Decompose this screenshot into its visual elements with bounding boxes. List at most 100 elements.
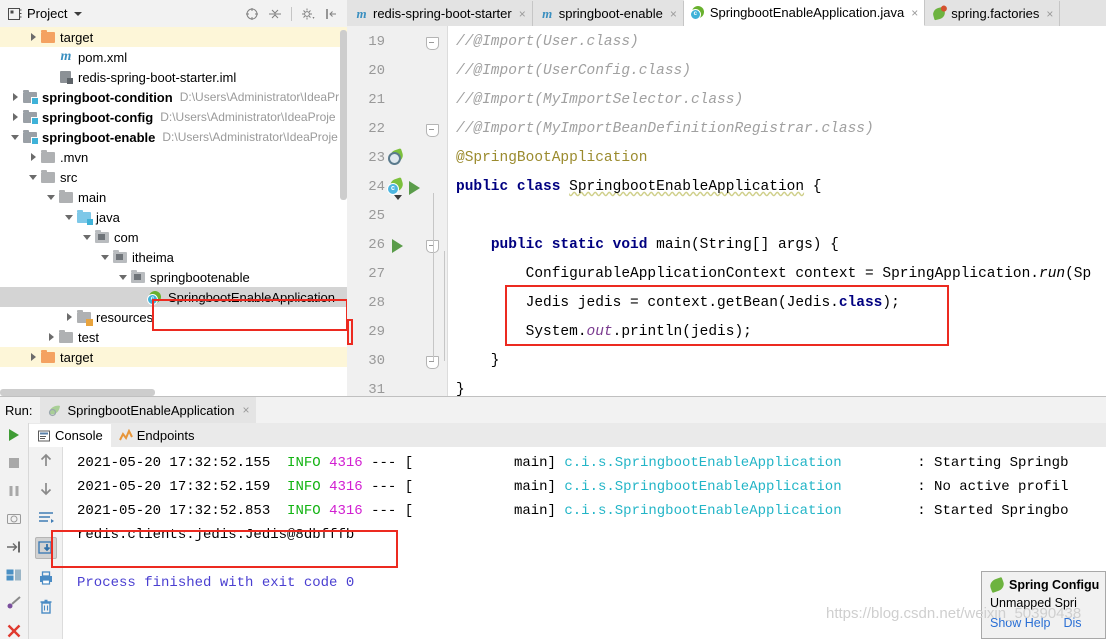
editor-tab-label: spring.factories xyxy=(951,6,1040,21)
close-icon[interactable] xyxy=(5,622,23,640)
tree-node-resources[interactable]: resources xyxy=(0,307,347,327)
tree-node-java[interactable]: java xyxy=(0,207,347,227)
tree-node-label: test xyxy=(78,329,99,345)
editor-tab-spring-factories[interactable]: spring.factories × xyxy=(925,1,1061,26)
resume-icon[interactable] xyxy=(5,538,23,556)
expand-arrow-icon[interactable] xyxy=(44,327,58,347)
collapse-arrow-icon[interactable] xyxy=(80,227,94,247)
soft-wrap-icon[interactable] xyxy=(36,508,56,528)
tree-node-target[interactable]: target xyxy=(0,347,347,367)
collapse-arrow-icon[interactable] xyxy=(8,127,22,147)
tree-node-pom-xml[interactable]: m pom.xml xyxy=(0,47,347,67)
console-toolbar[interactable] xyxy=(29,447,63,639)
project-tree-horizontal-scrollbar[interactable] xyxy=(0,389,155,396)
expand-arrow-icon[interactable] xyxy=(26,147,40,167)
camera-icon[interactable] xyxy=(5,510,23,528)
stop-icon[interactable] xyxy=(5,454,23,472)
expand-arrow-icon[interactable] xyxy=(26,27,40,47)
collapse-arrow-icon[interactable] xyxy=(98,247,112,267)
expand-arrow-icon[interactable] xyxy=(8,107,22,127)
close-icon[interactable]: × xyxy=(519,7,526,21)
tree-node-test[interactable]: test xyxy=(0,327,347,347)
project-view-icon xyxy=(7,6,23,22)
editor-tab-springboot-enable[interactable]: m springboot-enable × xyxy=(532,1,684,26)
editor-code-text[interactable]: //@Import(User.class) //@Import(UserConfi… xyxy=(448,26,1106,396)
tree-node-itheima[interactable]: itheima xyxy=(0,247,347,267)
close-icon[interactable]: × xyxy=(242,403,249,417)
scroll-up-icon[interactable] xyxy=(36,450,56,470)
run-subtab-endpoints[interactable]: Endpoints xyxy=(110,424,203,447)
spring-bean-config-icon[interactable]: c xyxy=(387,177,405,200)
run-subtab-bar[interactable]: Console Endpoints xyxy=(29,423,1106,448)
project-panel-title: Project xyxy=(27,6,68,21)
tree-node-springbootenableapplication[interactable]: c SpringbootEnableApplication xyxy=(0,287,347,307)
line-number: 22 xyxy=(368,121,385,137)
run-gutter-icon[interactable] xyxy=(409,181,420,195)
tree-node-main[interactable]: main xyxy=(0,187,347,207)
tree-node-redis-spring-boot-starter-iml[interactable]: redis-spring-boot-starter.iml xyxy=(0,67,347,87)
run-gutter-icon[interactable] xyxy=(392,239,403,253)
tree-node-springboot-config[interactable]: springboot-config D:\Users\Administrator\… xyxy=(0,107,347,127)
collapse-arrow-icon[interactable] xyxy=(62,207,76,227)
run-configuration-name: SpringbootEnableApplication xyxy=(67,402,235,418)
scroll-to-end-icon[interactable] xyxy=(34,537,57,559)
console-jedis-output-line: redis.clients.jedis.Jedis@8dbfffb xyxy=(77,527,355,543)
collapse-arrow-icon[interactable] xyxy=(116,267,130,287)
editor-tab-bar[interactable]: m redis-spring-boot-starter × m springboot-e… xyxy=(347,0,1106,27)
chevron-down-icon[interactable] xyxy=(74,11,83,16)
tree-node-com[interactable]: com xyxy=(0,227,347,247)
fold-toggle-icon[interactable] xyxy=(426,124,439,137)
editor-gutter[interactable]: 19 20 21 22 23 24 c 25 26 27 28 29 30 31 xyxy=(347,26,448,398)
line-number: 21 xyxy=(368,92,385,108)
log-timestamp: 2021-05-20 17:32:52.155 xyxy=(77,455,271,471)
close-icon[interactable]: × xyxy=(911,6,918,20)
project-tree[interactable]: target m pom.xml redis-spring-boot-starter.… xyxy=(0,27,347,396)
log-separator: --- xyxy=(371,503,397,519)
collapse-arrow-icon[interactable] xyxy=(26,167,40,187)
expand-arrow-icon[interactable] xyxy=(8,87,22,107)
close-icon[interactable]: × xyxy=(670,7,677,21)
hide-panel-icon[interactable] xyxy=(324,7,338,21)
close-icon[interactable]: × xyxy=(1046,7,1053,21)
folder-icon xyxy=(58,329,74,345)
log-logger: c.i.s.SpringbootEnableApplication xyxy=(564,455,842,471)
pause-icon[interactable] xyxy=(5,482,23,500)
editor-code-area[interactable]: 19 20 21 22 23 24 c 25 26 27 28 29 30 31 //@Import(Us… xyxy=(347,26,1106,398)
run-left-toolbar[interactable] xyxy=(0,423,29,639)
fold-toggle-icon[interactable] xyxy=(426,37,439,50)
rerun-icon[interactable] xyxy=(5,426,23,444)
maven-m-icon: m xyxy=(356,6,367,21)
clear-all-icon[interactable] xyxy=(36,597,56,617)
locate-icon[interactable] xyxy=(245,7,259,21)
settings-pin-icon[interactable] xyxy=(5,594,23,612)
layout-icon[interactable] xyxy=(5,566,23,584)
tree-node-springboot-condition[interactable]: springboot-condition D:\Users\Administrat… xyxy=(0,87,347,107)
line-number: 30 xyxy=(368,353,385,369)
print-icon[interactable] xyxy=(36,568,56,588)
spring-bean-navigate-icon[interactable] xyxy=(388,148,405,165)
code-line: //@Import(User.class) xyxy=(456,34,639,50)
log-logger: c.i.s.SpringbootEnableApplication xyxy=(564,503,842,519)
spring-leaf-icon xyxy=(988,576,1006,594)
collapse-all-icon[interactable] xyxy=(268,7,282,21)
editor-tab-redis-spring-boot-starter[interactable]: m redis-spring-boot-starter × xyxy=(347,1,533,26)
code-line: //@Import(UserConfig.class) xyxy=(456,63,691,79)
iml-file-icon xyxy=(58,69,74,85)
expand-arrow-icon[interactable] xyxy=(26,347,40,367)
run-subtab-console[interactable]: Console xyxy=(29,424,111,447)
console-log-line: 2021-05-20 17:32:52.155 INFO 4316 --- [ … xyxy=(63,451,1106,475)
collapse-arrow-icon[interactable] xyxy=(44,187,58,207)
tree-node--mvn[interactable]: .mvn xyxy=(0,147,347,167)
log-timestamp: 2021-05-20 17:32:52.159 xyxy=(77,479,271,495)
spring-popup-title-row: Spring Configu xyxy=(988,576,1105,594)
tree-node-src[interactable]: src xyxy=(0,167,347,187)
tree-node-springboot-enable[interactable]: springboot-enable D:\Users\Administrator\… xyxy=(0,127,347,147)
settings-gear-icon[interactable] xyxy=(301,7,315,21)
run-configuration-tab[interactable]: SpringbootEnableApplication × xyxy=(40,397,257,423)
expand-arrow-icon[interactable] xyxy=(62,307,76,327)
tree-node-label: target xyxy=(60,29,94,45)
scroll-down-icon[interactable] xyxy=(36,479,56,499)
tree-node-springbootenable[interactable]: springbootenable xyxy=(0,267,347,287)
editor-tab-springbootenableapplication-java[interactable]: c SpringbootEnableApplication.java × xyxy=(683,0,926,26)
tree-node-target[interactable]: target xyxy=(0,27,347,47)
